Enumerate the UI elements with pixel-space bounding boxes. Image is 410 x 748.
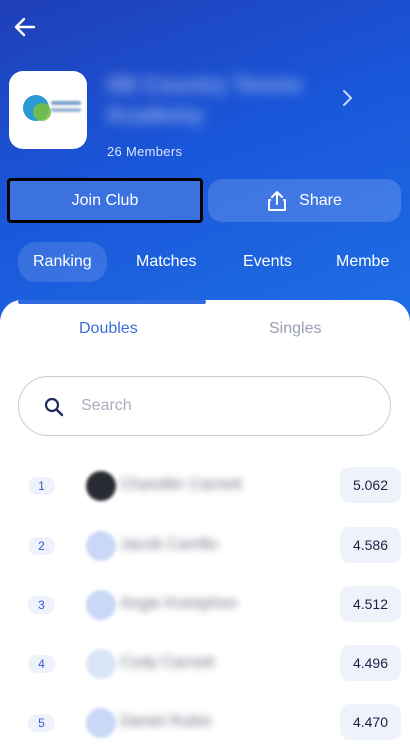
ranking-row[interactable]: 3 Angie Kreisphon 4.512	[0, 584, 410, 630]
join-club-button[interactable]: Join Club	[7, 178, 203, 223]
club-logo	[9, 71, 87, 149]
player-name: Cody Carnett	[120, 654, 215, 671]
club-tabs: Ranking Matches Events Membe	[0, 242, 410, 282]
search-placeholder: Search	[81, 397, 132, 414]
ranking-row[interactable]: 4 Cody Carnett 4.496	[0, 643, 410, 689]
tab-ranking[interactable]: Ranking	[18, 242, 107, 282]
tab-events[interactable]: Events	[243, 242, 292, 282]
club-name: SB Country Tennis Academy	[106, 72, 303, 127]
rating-badge: 5.062	[340, 467, 401, 503]
rating-badge: 4.496	[340, 645, 401, 681]
player-name: Jacob Carrillo	[120, 536, 218, 553]
tab-matches[interactable]: Matches	[136, 242, 196, 282]
chevron-right-icon[interactable]	[338, 88, 356, 108]
rank-number: 3	[28, 596, 55, 614]
avatar	[86, 531, 116, 561]
ranking-row[interactable]: 1 Chandler Carnett 5.062	[0, 465, 410, 511]
rank-number: 5	[28, 714, 55, 732]
rank-number: 1	[28, 477, 55, 495]
rating-badge: 4.470	[340, 704, 401, 740]
tab-members[interactable]: Membe	[336, 242, 389, 282]
search-icon	[44, 397, 64, 417]
subtab-singles[interactable]: Singles	[269, 320, 321, 338]
subtab-doubles[interactable]: Doubles	[79, 320, 138, 338]
ranking-row[interactable]: 2 Jacob Carrillo 4.586	[0, 525, 410, 571]
share-upload-icon	[268, 190, 287, 211]
search-input[interactable]: Search	[18, 376, 391, 436]
player-name: Chandler Carnett	[120, 476, 242, 493]
rating-badge: 4.586	[340, 527, 401, 563]
player-name: Angie Kreisphon	[120, 595, 238, 612]
subtab-indicator	[18, 300, 206, 304]
join-club-label: Join Club	[71, 191, 139, 209]
share-button[interactable]: Share	[208, 179, 401, 222]
avatar	[86, 590, 116, 620]
rating-badge: 4.512	[340, 586, 401, 622]
arrow-left-icon[interactable]	[12, 14, 38, 40]
avatar	[86, 708, 116, 738]
rank-number: 2	[28, 537, 55, 555]
avatar	[86, 471, 116, 501]
share-label: Share	[299, 191, 342, 209]
rank-number: 4	[28, 655, 55, 673]
members-count[interactable]: 26 Members	[107, 144, 182, 159]
avatar	[86, 649, 116, 679]
ranking-row[interactable]: 5 Daniel Rubio 4.470	[0, 702, 410, 748]
player-name: Daniel Rubio	[120, 713, 212, 730]
